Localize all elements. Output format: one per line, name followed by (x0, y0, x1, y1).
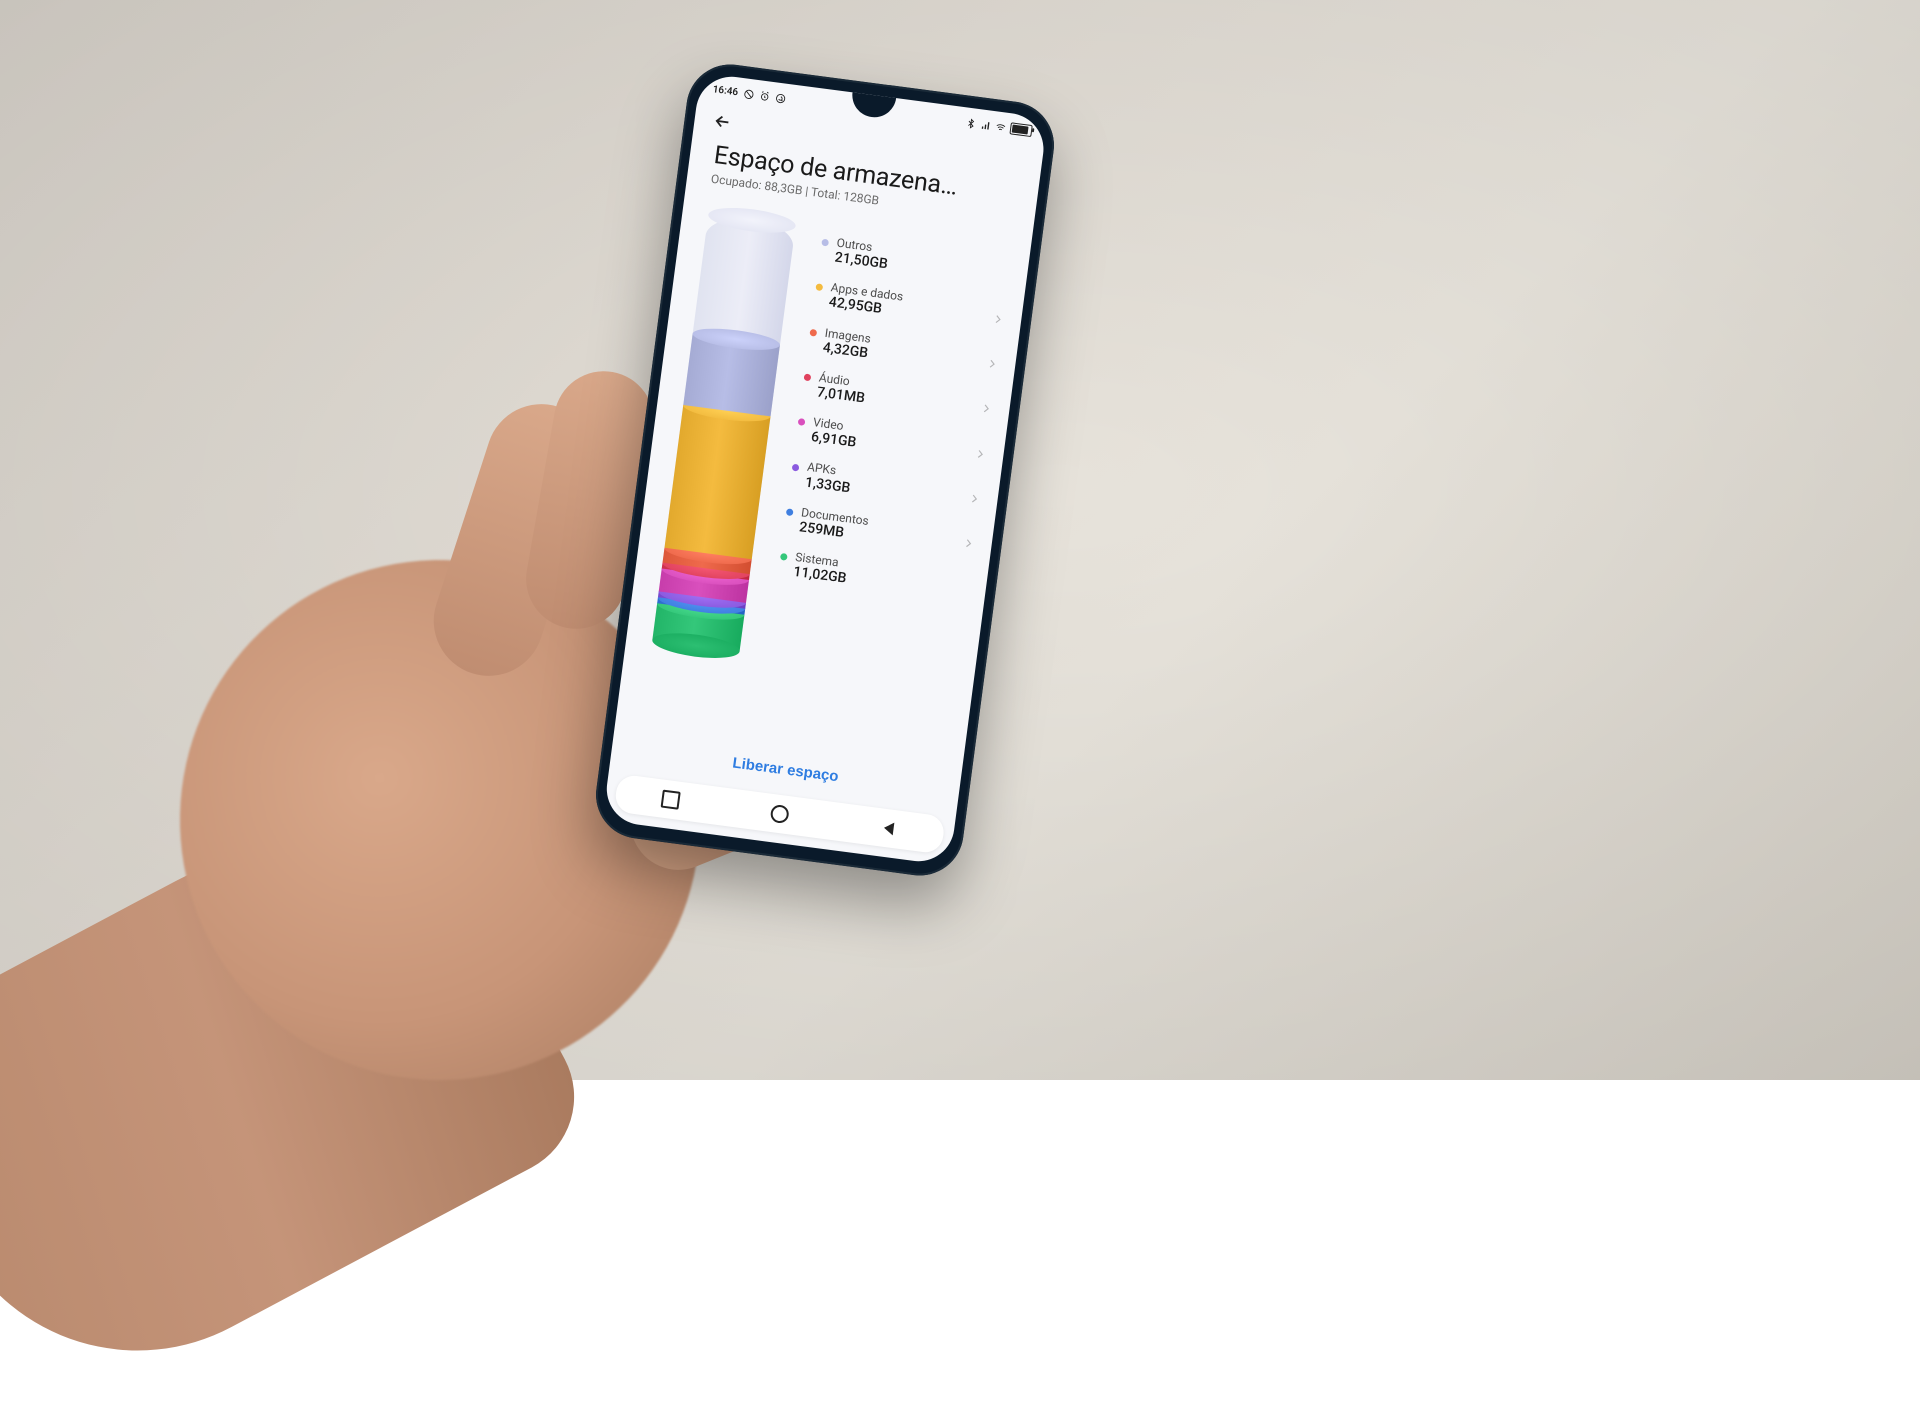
nav-back-button[interactable] (865, 811, 913, 846)
square-icon (661, 790, 681, 810)
back-button[interactable] (702, 101, 742, 141)
storage-main: Outros21,50GBApps e dados42,95GBImagens4… (615, 194, 1032, 770)
legend-dot-icon (809, 329, 817, 337)
free-space-button[interactable]: Liberar espaço (725, 753, 845, 787)
wifi-icon (995, 121, 1007, 133)
legend-dot-icon (821, 239, 829, 247)
nav-recents-button[interactable] (647, 782, 695, 817)
nav-home-button[interactable] (756, 796, 804, 831)
signal-icon (980, 119, 992, 131)
legend-dot-icon (786, 508, 794, 516)
cylinder-segment-outros (683, 333, 780, 416)
chevron-right-icon (985, 355, 1001, 371)
circle-icon (770, 804, 790, 824)
chevron-right-icon (973, 445, 989, 461)
battery-icon (1009, 122, 1032, 137)
chevron-right-icon (990, 310, 1006, 326)
dnd-icon (742, 88, 754, 100)
legend-dot-icon (792, 463, 800, 471)
triangle-left-icon (883, 821, 894, 835)
cylinder-segment-apps (664, 405, 770, 560)
status-time: 16:46 (712, 84, 739, 98)
status-bar-right (965, 116, 1033, 137)
chevron-right-icon (967, 490, 983, 506)
status-bar-left: 16:46 (712, 84, 786, 105)
legend-dot-icon (804, 373, 812, 381)
legend-dot-icon (780, 553, 788, 561)
whatsapp-icon (774, 92, 786, 104)
bluetooth-icon (965, 117, 977, 129)
chevron-right-icon (979, 400, 995, 416)
arrow-left-icon (711, 110, 733, 132)
alarm-icon (758, 90, 770, 102)
chevron-right-icon (961, 535, 977, 551)
legend-dot-icon (815, 284, 823, 292)
legend-dot-icon (798, 418, 806, 426)
